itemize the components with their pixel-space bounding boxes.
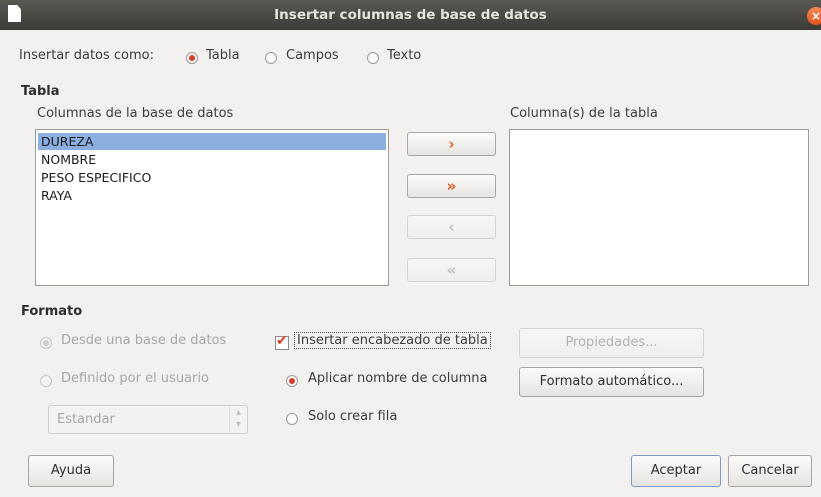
radio-apply-column-name[interactable] [286,375,298,387]
chevron-left-icon: ‹ [448,218,455,236]
radio-campos[interactable] [265,52,277,64]
checkmark-icon: ✔ [276,333,288,349]
table-heading: Tabla [21,84,60,99]
move-one-right-button[interactable]: › [407,132,496,156]
radio-tabla[interactable] [186,52,198,64]
properties-button[interactable]: Propiedades... [519,328,704,358]
title-bar: Insertar columnas de base de datos × [0,0,821,30]
radio-apply-column-name-label: Aplicar nombre de columna [308,371,488,386]
table-columns-list[interactable] [509,129,809,286]
radio-texto[interactable] [367,52,379,64]
table-columns-label: Columna(s) de la tabla [510,106,658,121]
style-combo-value: Estandar [57,412,115,427]
list-item[interactable]: NOMBRE [38,151,96,168]
radio-only-row[interactable] [286,413,298,425]
radio-texto-label: Texto [387,48,422,63]
move-all-left-button[interactable]: « [407,258,496,282]
list-item[interactable]: DUREZA [38,133,386,150]
close-button[interactable]: × [807,7,821,25]
list-item[interactable]: RAYA [38,187,72,204]
radio-from-db[interactable] [40,337,52,349]
insert-header-checkbox[interactable]: ✔ [275,333,289,350]
radio-campos-label: Campos [286,48,339,63]
radio-from-db-label: Desde una base de datos [61,333,227,348]
style-combo[interactable]: Estandar ▴ ▾ [48,405,248,434]
insert-header-label: Insertar encabezado de tabla [294,332,491,349]
radio-user-defined[interactable] [40,375,52,387]
chevron-right-icon: › [448,135,455,153]
cancel-button[interactable]: Cancelar [728,455,812,487]
insert-as-label: Insertar datos como: [19,48,155,63]
radio-only-row-label: Solo crear fila [308,409,398,424]
format-heading: Formato [21,304,83,319]
ok-button[interactable]: Aceptar [631,455,721,487]
autoformat-button[interactable]: Formato automático... [519,367,704,397]
move-one-left-button[interactable]: ‹ [407,215,496,239]
db-columns-list[interactable]: DUREZA NOMBRE PESO ESPECIFICO RAYA [35,129,389,286]
radio-tabla-label: Tabla [206,48,240,63]
double-chevron-right-icon: » [446,177,457,195]
radio-user-defined-label: Definido por el usuario [61,371,209,386]
list-item[interactable]: PESO ESPECIFICO [38,169,151,186]
spin-arrows-icon: ▴ ▾ [229,407,247,432]
window-title: Insertar columnas de base de datos [274,7,547,23]
double-chevron-left-icon: « [446,261,457,279]
help-button[interactable]: Ayuda [28,455,114,487]
move-all-right-button[interactable]: » [407,174,496,198]
db-columns-label: Columnas de la base de datos [37,106,234,121]
